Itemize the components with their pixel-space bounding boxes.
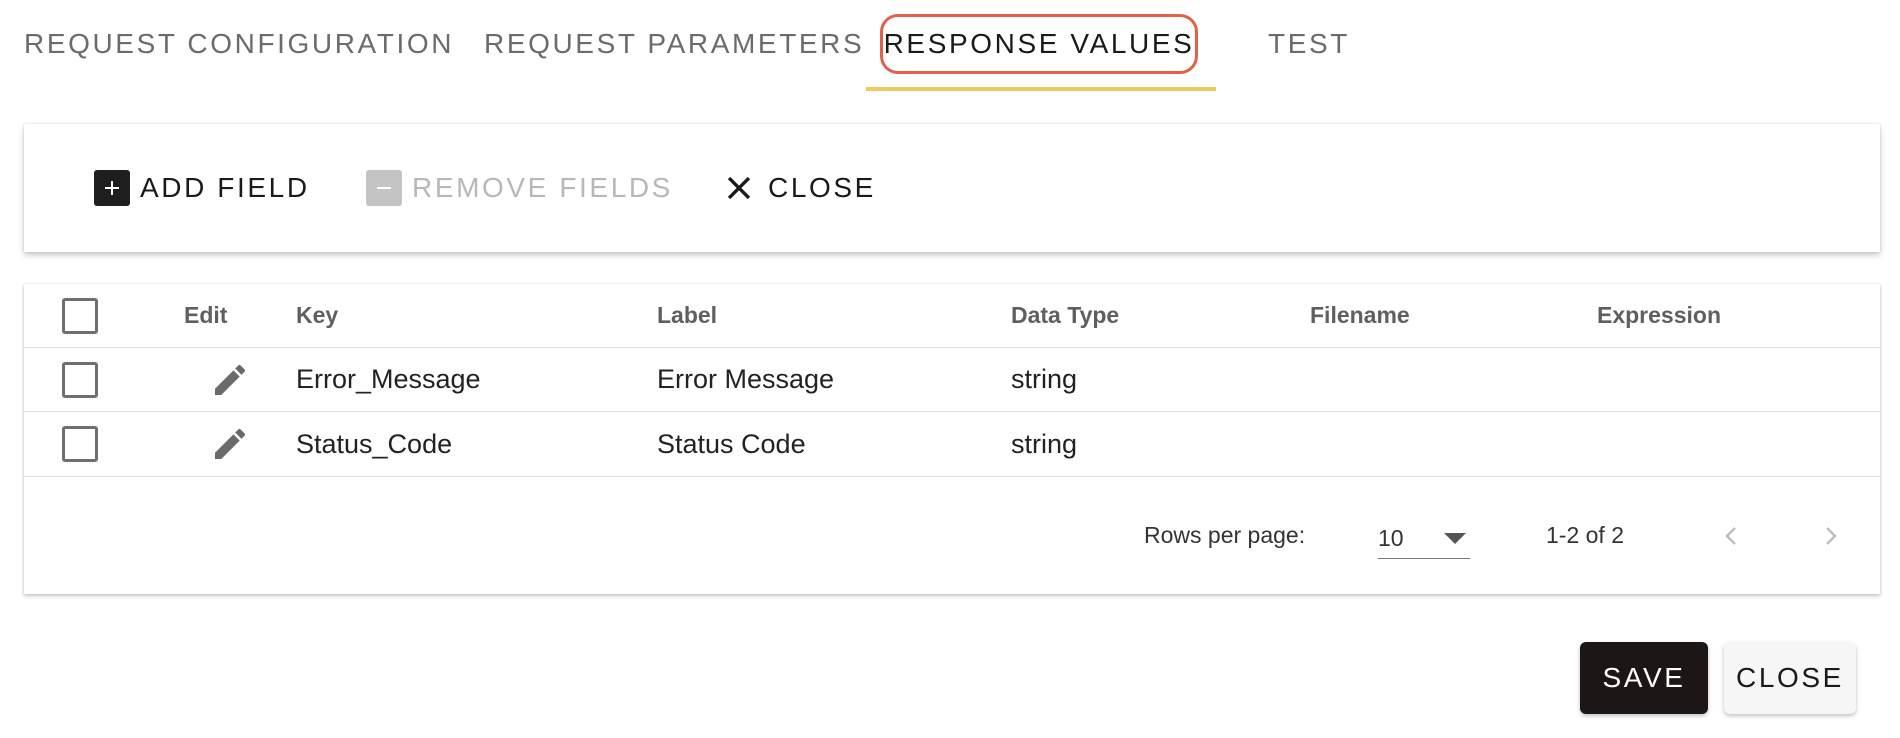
active-tab-indicator [866, 87, 1216, 91]
chevron-left-icon [1725, 526, 1736, 545]
rows-per-page-value: 10 [1378, 524, 1404, 551]
row-select-cell [62, 348, 98, 411]
row-checkbox[interactable] [62, 361, 98, 398]
tab-request-configuration[interactable]: REQUEST CONFIGURATION [24, 14, 451, 74]
add-field-label: ADD FIELD [140, 172, 310, 203]
remove-fields-button[interactable]: REMOVE FIELDS [366, 124, 673, 252]
rows-per-page-select[interactable]: 10 [1378, 477, 1470, 594]
toolbar-close-label: CLOSE [768, 172, 876, 203]
table-row: Status_Code Status Code string [24, 412, 1880, 477]
close-icon [722, 171, 756, 205]
save-button[interactable]: SAVE [1580, 642, 1708, 714]
remove-fields-label: REMOVE FIELDS [412, 172, 673, 203]
table-header-row: Edit Key Label Data Type Filename Expres… [24, 284, 1880, 348]
header-expression[interactable]: Expression [1597, 284, 1721, 347]
header-filename[interactable]: Filename [1310, 284, 1410, 347]
select-all-cell [62, 284, 98, 347]
tab-response-values[interactable]: RESPONSE VALUES [880, 14, 1198, 74]
pagination-range: 1-2 of 2 [1546, 522, 1624, 548]
row-edit-cell [184, 412, 250, 476]
tab-request-parameters[interactable]: REQUEST PARAMETERS [484, 14, 862, 74]
add-field-button[interactable]: ADD FIELD [94, 124, 310, 252]
close-button[interactable]: CLOSE [1724, 642, 1856, 714]
dropdown-caret-icon [1444, 532, 1466, 544]
row-label: Error Message [657, 364, 835, 394]
plus-box-icon [94, 170, 130, 206]
header-data-type[interactable]: Data Type [1011, 284, 1119, 347]
tab-test[interactable]: TEST [1268, 14, 1348, 74]
response-values-table: Edit Key Label Data Type Filename Expres… [24, 284, 1880, 594]
row-label: Status Code [657, 428, 806, 459]
row-edit-cell [184, 348, 250, 411]
minus-box-icon [366, 170, 402, 206]
rows-per-page-label: Rows per page: [1144, 522, 1306, 548]
row-checkbox[interactable] [62, 426, 98, 462]
header-key[interactable]: Key [296, 284, 338, 347]
rows-per-page-field[interactable]: 10 [1378, 519, 1470, 559]
fields-toolbar: ADD FIELD REMOVE FIELDS CLOSE [24, 124, 1880, 252]
header-label[interactable]: Label [657, 284, 717, 347]
row-data-type: string [1011, 428, 1078, 459]
row-key: Status_Code [296, 428, 453, 459]
toolbar-close-button[interactable]: CLOSE [722, 124, 876, 252]
table-row: Error_Message Error Message string [24, 348, 1880, 412]
header-edit: Edit [184, 302, 228, 328]
pencil-icon[interactable] [210, 424, 250, 464]
chevron-right-icon [1826, 526, 1837, 545]
previous-page-button[interactable] [1714, 477, 1750, 594]
row-select-cell [62, 412, 98, 476]
select-all-checkbox[interactable] [62, 297, 98, 334]
table-pagination: Rows per page: 10 1-2 of 2 [24, 477, 1880, 594]
row-data-type: string [1011, 364, 1078, 394]
row-key: Error_Message [296, 364, 481, 394]
pencil-icon[interactable] [210, 360, 250, 400]
tab-bar: REQUEST CONFIGURATION REQUEST PARAMETERS… [0, 0, 1900, 92]
next-page-button[interactable] [1812, 477, 1848, 594]
